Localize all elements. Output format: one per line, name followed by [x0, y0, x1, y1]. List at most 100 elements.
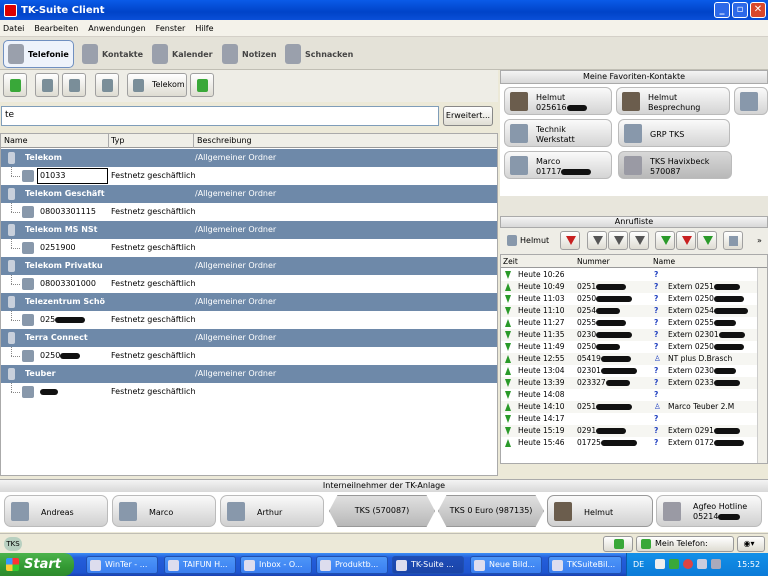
- call-row[interactable]: Heute 11:35 0230? Extern 02301: [501, 329, 757, 341]
- contact-group-row[interactable]: Telekom/Allgemeiner Ordner: [1, 149, 497, 167]
- provider-select[interactable]: Telekom: [127, 73, 187, 97]
- col-name[interactable]: Name: [653, 257, 675, 266]
- col-name[interactable]: Name: [4, 136, 28, 145]
- call-row[interactable]: Heute 13:04 02301? Extern 0230: [501, 365, 757, 377]
- menu-hilfe[interactable]: Hilfe: [195, 24, 213, 33]
- tab-schnacken[interactable]: Schnacken: [281, 40, 353, 68]
- favorite-technik[interactable]: Technik Werkstatt: [504, 119, 612, 147]
- overflow-chevron-icon[interactable]: »: [757, 236, 762, 245]
- close-button[interactable]: ✕: [750, 2, 766, 18]
- contact-number-row[interactable]: 08003301000 Festnetz geschäftlich: [1, 275, 497, 293]
- favorite-tks-havixbeck[interactable]: TKS Havixbeck 570087: [618, 151, 732, 179]
- advanced-search-button[interactable]: Erweitert...: [443, 106, 493, 126]
- filter-incoming-button[interactable]: [655, 231, 675, 250]
- favorite-helmut-besprechung[interactable]: Helmut Besprechung: [616, 87, 730, 115]
- tray-alert-icon[interactable]: [683, 559, 693, 569]
- contact-number-row[interactable]: 01033 Festnetz geschäftlich: [1, 167, 497, 185]
- contact-group-row[interactable]: Telekom MS NSt/Allgemeiner Ordner: [1, 221, 497, 239]
- agfeo-hotline[interactable]: Agfeo Hotline 05214: [656, 495, 762, 527]
- tab-notizen[interactable]: Notizen: [218, 40, 277, 68]
- tray-network-icon[interactable]: [697, 559, 707, 569]
- filter-c-button[interactable]: [629, 231, 649, 250]
- fax-button[interactable]: [62, 73, 86, 97]
- minimize-button[interactable]: _: [714, 2, 730, 18]
- menu-bearbeiten[interactable]: Bearbeiten: [34, 24, 78, 33]
- task-taifun[interactable]: TAIFUN H...: [164, 556, 236, 574]
- tray-app-icon[interactable]: [655, 559, 665, 569]
- contact-group-row[interactable]: Teuber/Allgemeiner Ordner: [1, 365, 497, 383]
- col-zeit[interactable]: Zeit: [503, 257, 518, 266]
- search-input[interactable]: te: [1, 106, 439, 126]
- edit-contact-button[interactable]: [35, 73, 59, 97]
- calllist-scrollbar[interactable]: [757, 268, 767, 463]
- favorite-more[interactable]: [734, 87, 768, 115]
- contact-number-row[interactable]: Festnetz geschäftlich: [1, 383, 497, 401]
- call-row[interactable]: Heute 11:49 0250? Extern 0250: [501, 341, 757, 353]
- call-row[interactable]: Heute 10:49 0251? Extern 0251: [501, 281, 757, 293]
- call-row[interactable]: Heute 13:39 023327? Extern 0233: [501, 377, 757, 389]
- col-typ[interactable]: Typ: [111, 136, 124, 145]
- favorite-grp-tks[interactable]: GRP TKS: [618, 119, 730, 147]
- call-row[interactable]: Heute 14:17?: [501, 413, 757, 425]
- contact-number-row[interactable]: 0250 Festnetz geschäftlich: [1, 347, 497, 365]
- filter-a-button[interactable]: [587, 231, 607, 250]
- new-contact-button[interactable]: [3, 73, 27, 97]
- internal-tks-group[interactable]: TKS (570087): [329, 495, 435, 527]
- calllist-user[interactable]: Helmut: [520, 236, 549, 245]
- internal-tks-0-euro[interactable]: TKS 0 Euro (987135): [438, 495, 544, 527]
- col-nummer[interactable]: Nummer: [577, 257, 610, 266]
- status-options-button[interactable]: ◉▾: [737, 536, 765, 552]
- maximize-button[interactable]: ▫: [732, 2, 748, 18]
- contact-group-row[interactable]: Terra Connect/Allgemeiner Ordner: [1, 329, 497, 347]
- favorite-marco[interactable]: Marco 01717: [504, 151, 612, 179]
- contact-group-row[interactable]: Telezentrum Schö/Allgemeiner Ordner: [1, 293, 497, 311]
- filter-icon: [593, 236, 603, 245]
- task-neue-bild[interactable]: Neue Bild...: [470, 556, 542, 574]
- internal-marco[interactable]: Marco: [112, 495, 216, 527]
- filter-missed-button[interactable]: [560, 231, 580, 250]
- task-tksuitebil[interactable]: TKSuiteBil...: [548, 556, 622, 574]
- call-row[interactable]: Heute 11:03 0250? Extern 0250: [501, 293, 757, 305]
- call-row[interactable]: Heute 14:08?: [501, 389, 757, 401]
- task-inbox[interactable]: Inbox - O...: [240, 556, 312, 574]
- task-winter[interactable]: WinTer - ...: [86, 556, 158, 574]
- internal-andreas[interactable]: Andreas: [4, 495, 108, 527]
- call-row[interactable]: Heute 15:19 0291? Extern 0291: [501, 425, 757, 437]
- language-indicator[interactable]: DE: [633, 560, 644, 569]
- favorite-helmut[interactable]: Helmut 025616: [504, 87, 612, 115]
- start-button[interactable]: Start: [0, 553, 74, 576]
- my-phone-button[interactable]: Mein Telefon: Helmut: [636, 536, 734, 562]
- tray-phone-icon[interactable]: [669, 559, 679, 569]
- filter-outgoing-button[interactable]: [676, 231, 696, 250]
- menu-fenster[interactable]: Fenster: [156, 24, 186, 33]
- call-row[interactable]: Heute 11:10 0254? Extern 0254: [501, 305, 757, 317]
- panel-splitter[interactable]: [500, 196, 768, 216]
- internal-helmut[interactable]: Helmut: [547, 495, 653, 527]
- phone-settings-button[interactable]: [723, 231, 743, 250]
- dial-status-button[interactable]: [603, 536, 633, 552]
- call-row[interactable]: Heute 12:55 05419 ♙ NT plus D.Brasch: [501, 353, 757, 365]
- task-tk-suite[interactable]: TK-Suite ...: [392, 556, 464, 574]
- call-row[interactable]: Heute 10:26?: [501, 269, 757, 281]
- call-row[interactable]: Heute 15:46 01725? Extern 0172: [501, 437, 757, 449]
- tray-volume-icon[interactable]: [711, 559, 721, 569]
- call-row[interactable]: Heute 11:27 0255? Extern 0255: [501, 317, 757, 329]
- menu-anwendungen[interactable]: Anwendungen: [88, 24, 145, 33]
- tab-kontakte[interactable]: Kontakte: [78, 40, 143, 68]
- contact-group-row[interactable]: Telekom Geschäft/Allgemeiner Ordner: [1, 185, 497, 203]
- tab-telefonie[interactable]: Telefonie: [3, 40, 74, 68]
- contact-number-row[interactable]: 025 Festnetz geschäftlich: [1, 311, 497, 329]
- filter-all-button[interactable]: [697, 231, 717, 250]
- contact-number-row[interactable]: 0251900 Festnetz geschäftlich: [1, 239, 497, 257]
- task-produktb[interactable]: Produktb...: [316, 556, 388, 574]
- contact-group-row[interactable]: Telekom Privatku/Allgemeiner Ordner: [1, 257, 497, 275]
- tab-kalender[interactable]: Kalender: [148, 40, 213, 68]
- menu-datei[interactable]: Datei: [3, 24, 24, 33]
- filter-b-button[interactable]: [608, 231, 628, 250]
- copy-button[interactable]: [95, 73, 119, 97]
- contact-number-row[interactable]: 08003301115 Festnetz geschäftlich: [1, 203, 497, 221]
- internal-arthur[interactable]: Arthur: [220, 495, 324, 527]
- col-beschreibung[interactable]: Beschreibung: [197, 136, 252, 145]
- dial-button[interactable]: [190, 73, 214, 97]
- call-row[interactable]: Heute 14:10 0251 ♙ Marco Teuber 2.M: [501, 401, 757, 413]
